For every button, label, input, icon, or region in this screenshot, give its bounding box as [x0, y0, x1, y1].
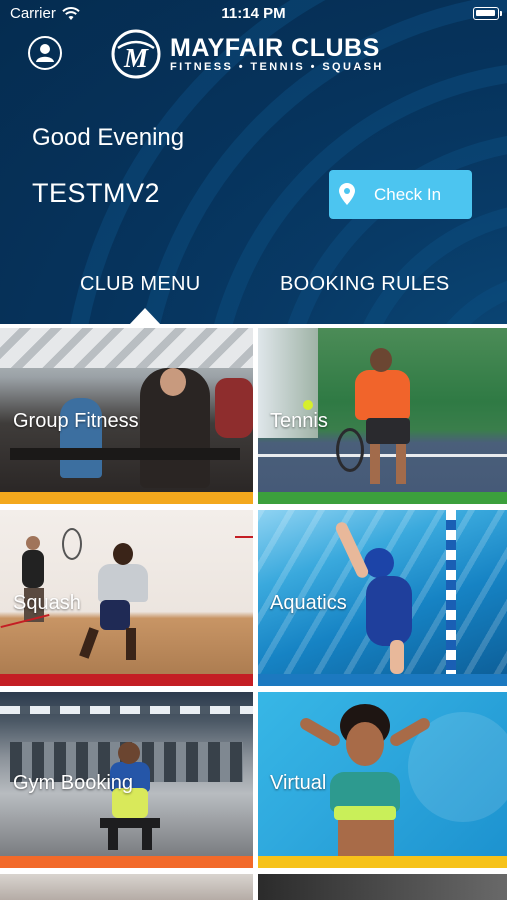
logo-mark-letter: M — [123, 43, 149, 73]
username-text: TESTMV2 — [32, 178, 161, 208]
tile-color-bar — [0, 856, 253, 868]
tile-label: Group Fitness — [13, 410, 139, 432]
logo-mark-icon: M — [111, 29, 161, 79]
menu-tile-gym-booking[interactable]: Gym Booking — [0, 692, 253, 868]
logo-text: MAYFAIR CLUBS FITNESS • TENNIS • SQUASH — [170, 35, 384, 73]
tab-booking-rules[interactable]: BOOKING RULES — [280, 273, 450, 296]
menu-tile-partial-right[interactable] — [258, 874, 507, 900]
header: Carrier 11:14 PM M MAYFAIR CLUBS FITNESS… — [0, 0, 507, 324]
tile-label: Virtual — [270, 772, 327, 794]
tile-label: Tennis — [270, 410, 328, 432]
greeting-text: Good Evening — [32, 124, 185, 151]
tile-photo — [258, 874, 507, 900]
brand-tagline: FITNESS • TENNIS • SQUASH — [170, 61, 384, 73]
menu-tile-virtual[interactable]: Virtual — [258, 692, 507, 868]
menu-tile-tennis[interactable]: Tennis — [258, 328, 507, 504]
check-in-button[interactable]: Check In — [329, 170, 472, 219]
status-time: 11:14 PM — [221, 5, 286, 22]
menu-tile-partial-left[interactable] — [0, 874, 253, 900]
tile-color-bar — [258, 856, 507, 868]
menu-tile-squash[interactable]: Squash — [0, 510, 253, 686]
tile-label: Squash — [13, 592, 81, 614]
tile-color-bar — [258, 492, 507, 504]
tile-label: Aquatics — [270, 592, 347, 614]
menu-tile-group-fitness[interactable]: Group Fitness — [0, 328, 253, 504]
active-tab-indicator — [129, 308, 161, 324]
tile-label: Gym Booking — [13, 772, 134, 794]
tile-color-bar — [0, 674, 253, 686]
menu-tile-aquatics[interactable]: Aquatics — [258, 510, 507, 686]
tile-color-bar — [0, 492, 253, 504]
user-icon — [36, 44, 54, 62]
club-menu-grid: Group Fitness Tennis Squash Aquatics Gym… — [0, 324, 507, 900]
tile-photo — [0, 874, 253, 900]
brand-name: MAYFAIR CLUBS — [170, 34, 380, 62]
brand-logo: M MAYFAIR CLUBS FITNESS • TENNIS • SQUAS… — [110, 28, 384, 80]
battery-icon — [473, 7, 502, 20]
tab-club-menu[interactable]: CLUB MENU — [80, 273, 201, 296]
check-in-label: Check In — [374, 185, 442, 204]
profile-button[interactable] — [28, 36, 62, 70]
location-pin-icon — [339, 183, 355, 205]
status-bar: Carrier 11:14 PM — [0, 0, 507, 28]
tile-color-bar — [258, 674, 507, 686]
